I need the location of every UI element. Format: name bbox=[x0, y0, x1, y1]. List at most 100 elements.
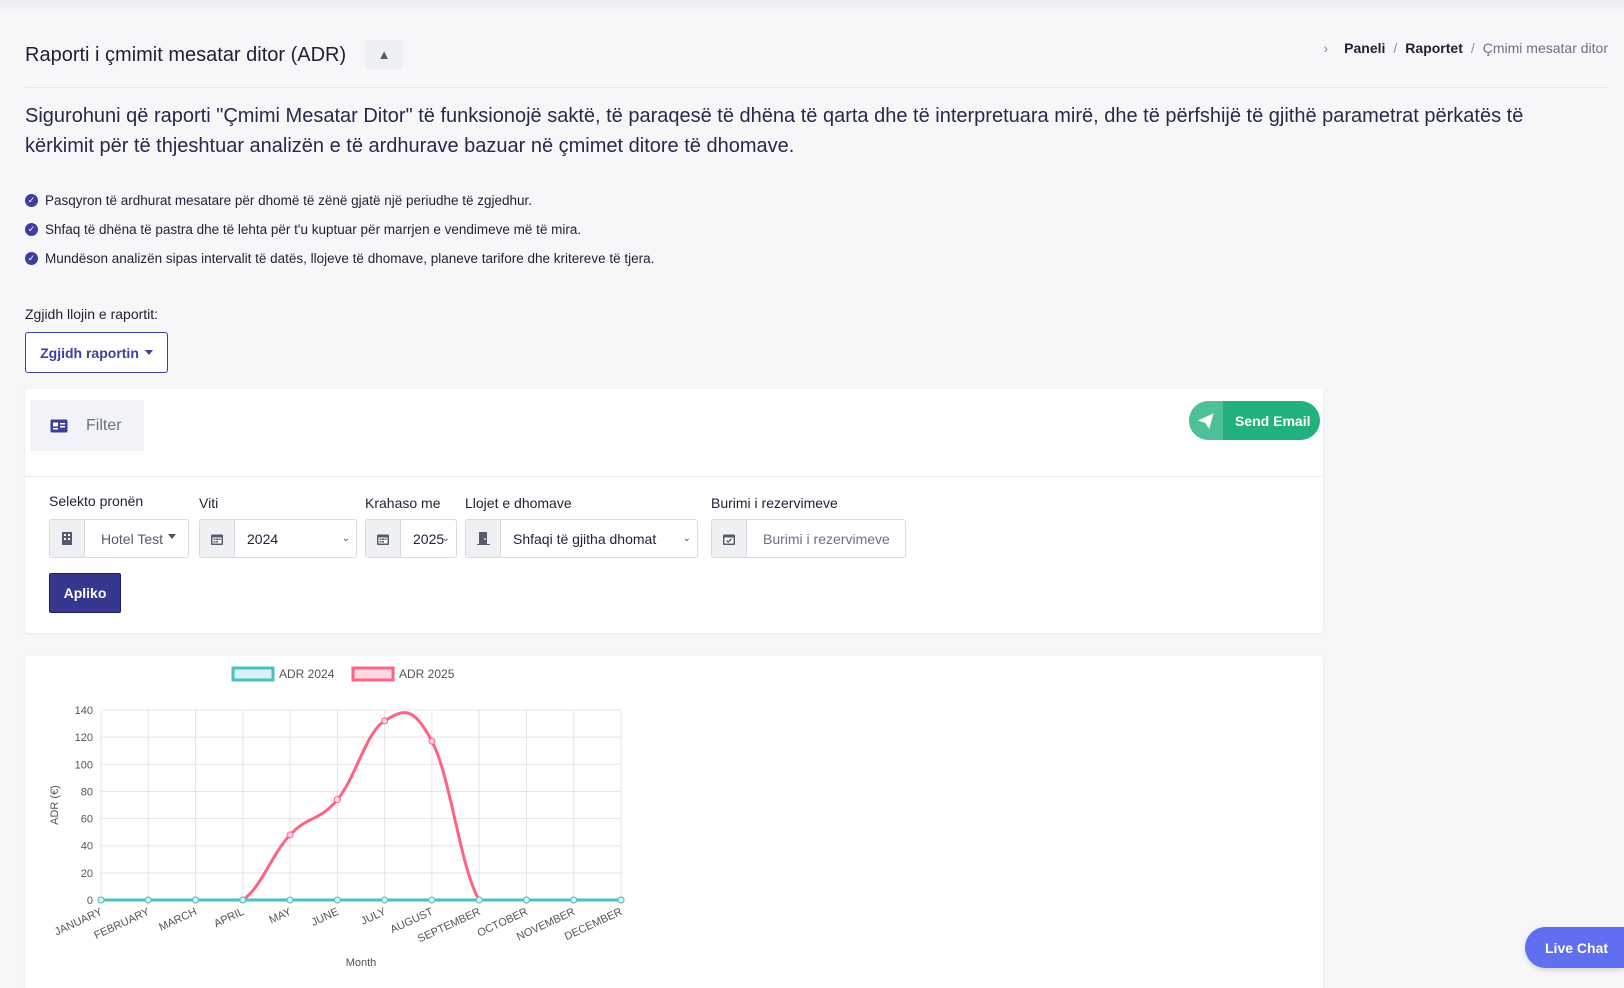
compare-label: Krahaso me bbox=[365, 495, 441, 511]
intro-description: Sigurohuni që raporti "Çmimi Mesatar Dit… bbox=[25, 105, 1524, 157]
paper-plane-icon bbox=[1189, 401, 1223, 440]
page-header: Raporti i çmimit mesatar ditor (ADR) ▲ ›… bbox=[25, 40, 1608, 88]
caret-down-icon bbox=[168, 534, 176, 539]
caret-down-icon bbox=[144, 350, 153, 355]
legend-label: ADR 2025 bbox=[399, 667, 455, 681]
feature-item: ✓ Pasqyron të ardhurat mesatare për dhomë… bbox=[25, 186, 654, 215]
adr-line-chart: 020406080100120140JANUARYFEBRUARY MARCH AP… bbox=[49, 666, 625, 969]
data-point bbox=[617, 896, 625, 904]
page-title: Raporti i çmimit mesatar ditor (ADR) bbox=[25, 44, 347, 66]
check-circle-icon: ✓ bbox=[25, 223, 38, 236]
feature-text: Mundëson analizën sipas intervalit të da… bbox=[45, 251, 655, 266]
calendar-icon bbox=[200, 520, 235, 557]
door-icon bbox=[466, 520, 501, 557]
data-point bbox=[428, 737, 436, 745]
breadcrumb-current: Çmimi mesatar ditor bbox=[1482, 40, 1608, 56]
property-label: Selekto pronën bbox=[49, 493, 144, 509]
compare-select[interactable]: 2025 ⌄ bbox=[365, 519, 457, 558]
x-axis-title: Month bbox=[346, 957, 377, 969]
send-email-button[interactable]: Send Email bbox=[1189, 401, 1320, 440]
year-select[interactable]: 2024 ⌄ bbox=[199, 519, 357, 558]
chevron-down-icon: ⌄ bbox=[441, 533, 450, 544]
check-circle-icon: ✓ bbox=[25, 194, 38, 207]
breadcrumb-separator: / bbox=[1393, 40, 1398, 56]
property-select[interactable]: Hotel Test bbox=[49, 519, 189, 558]
calendar-check-icon bbox=[712, 520, 747, 557]
property-value-text: Hotel Test bbox=[101, 530, 163, 547]
breadcrumb-raportet[interactable]: Raportet bbox=[1405, 40, 1463, 56]
year-label: Viti bbox=[199, 495, 219, 511]
data-point bbox=[239, 896, 247, 904]
breadcrumb-separator: / bbox=[1470, 40, 1475, 56]
room-types-label: Llojet e dhomave bbox=[465, 495, 572, 511]
chevron-right-icon: › bbox=[1323, 40, 1329, 56]
check-circle-icon: ✓ bbox=[25, 252, 38, 265]
y-axis-title: ADR (€) bbox=[49, 785, 61, 825]
data-point bbox=[333, 796, 341, 804]
booking-source-input[interactable]: Burimi i rezervimeve bbox=[711, 519, 906, 558]
x-tick-label: APRIL bbox=[212, 906, 246, 930]
breadcrumb-paneli[interactable]: Paneli bbox=[1344, 40, 1385, 56]
compare-value-text: 2025 bbox=[413, 530, 445, 547]
choose-report-dropdown[interactable]: Zgjidh raportin bbox=[25, 332, 168, 373]
breadcrumb: › Paneli / Raportet / Çmimi mesatar dito… bbox=[1323, 40, 1608, 56]
y-tick-label: 60 bbox=[81, 814, 93, 826]
feature-text: Pasqyron të ardhurat mesatare për dhomë … bbox=[45, 193, 533, 208]
data-point bbox=[333, 896, 341, 904]
property-value: Hotel Test bbox=[85, 520, 188, 557]
year-value-text: 2024 bbox=[247, 530, 279, 547]
id-card-icon bbox=[50, 419, 68, 432]
legend-label: ADR 2024 bbox=[279, 667, 335, 681]
filter-tab[interactable]: Filter bbox=[30, 400, 144, 451]
data-point bbox=[192, 896, 200, 904]
apply-button[interactable]: Apliko bbox=[49, 573, 121, 613]
collapse-toggle-button[interactable]: ▲ bbox=[365, 40, 403, 70]
compare-value: 2025 ⌄ bbox=[401, 520, 456, 557]
live-chat-button[interactable]: Live Chat bbox=[1525, 927, 1624, 968]
data-point bbox=[428, 896, 436, 904]
data-point bbox=[522, 896, 530, 904]
booking-source-placeholder: Burimi i rezervimeve bbox=[763, 530, 890, 547]
room-types-select[interactable]: Shfaqi të gjitha dhomat ⌄ bbox=[465, 519, 698, 558]
data-point bbox=[381, 896, 389, 904]
send-email-label: Send Email bbox=[1235, 412, 1311, 429]
data-point bbox=[144, 896, 152, 904]
data-point bbox=[97, 896, 105, 904]
y-tick-label: 20 bbox=[81, 868, 93, 880]
filter-card: Filter Send Email Selekto pronën Hotel T… bbox=[25, 389, 1323, 633]
feature-list: ✓ Pasqyron të ardhurat mesatare për dhomë… bbox=[25, 186, 654, 273]
room-types-value-text: Shfaqi të gjitha dhomat bbox=[513, 530, 657, 547]
y-tick-label: 140 bbox=[75, 705, 93, 717]
feature-item: ✓ Mundëson analizën sipas intervalit të d… bbox=[25, 244, 654, 273]
chart-card: 0 20 40 60 80 100 120 140 JANUARY FEBRUARY MARCH AP… bbox=[25, 656, 1323, 988]
y-tick-label: 0 bbox=[87, 895, 93, 907]
chevron-down-icon: ⌄ bbox=[341, 533, 350, 544]
chevron-down-icon: ⌄ bbox=[682, 533, 691, 544]
x-tick-label: MAY bbox=[267, 906, 294, 927]
x-tick-label: MARCH bbox=[157, 906, 199, 934]
building-icon bbox=[50, 520, 85, 557]
data-point bbox=[570, 896, 578, 904]
x-tick-label: JUNE bbox=[310, 906, 341, 929]
legend-swatch bbox=[231, 666, 275, 682]
calendar-icon bbox=[366, 520, 401, 557]
booking-source-label: Burimi i rezervimeve bbox=[711, 495, 838, 511]
x-tick-label: JULY bbox=[359, 906, 388, 928]
room-types-value: Shfaqi të gjitha dhomat ⌄ bbox=[501, 520, 697, 557]
data-point bbox=[475, 896, 483, 904]
year-value: 2024 ⌄ bbox=[235, 520, 356, 557]
report-type-label: Zgjidh llojin e raportit: bbox=[25, 306, 159, 322]
data-point bbox=[286, 896, 294, 904]
data-point bbox=[286, 831, 294, 839]
legend-swatch bbox=[351, 666, 395, 682]
y-tick-label: 80 bbox=[81, 786, 93, 798]
filter-tab-label: Filter bbox=[86, 416, 122, 434]
feature-item: ✓ Shfaq të dhëna të pastra dhe të lehta p… bbox=[25, 215, 654, 244]
card-divider bbox=[25, 476, 1323, 477]
series-line bbox=[101, 711, 621, 902]
y-tick-label: 40 bbox=[81, 841, 93, 853]
choose-report-label: Zgjidh raportin bbox=[40, 344, 139, 361]
feature-text: Shfaq të dhëna të pastra dhe të lehta pë… bbox=[45, 222, 582, 237]
y-tick-label: 120 bbox=[75, 732, 93, 744]
y-tick-label: 100 bbox=[75, 759, 93, 771]
